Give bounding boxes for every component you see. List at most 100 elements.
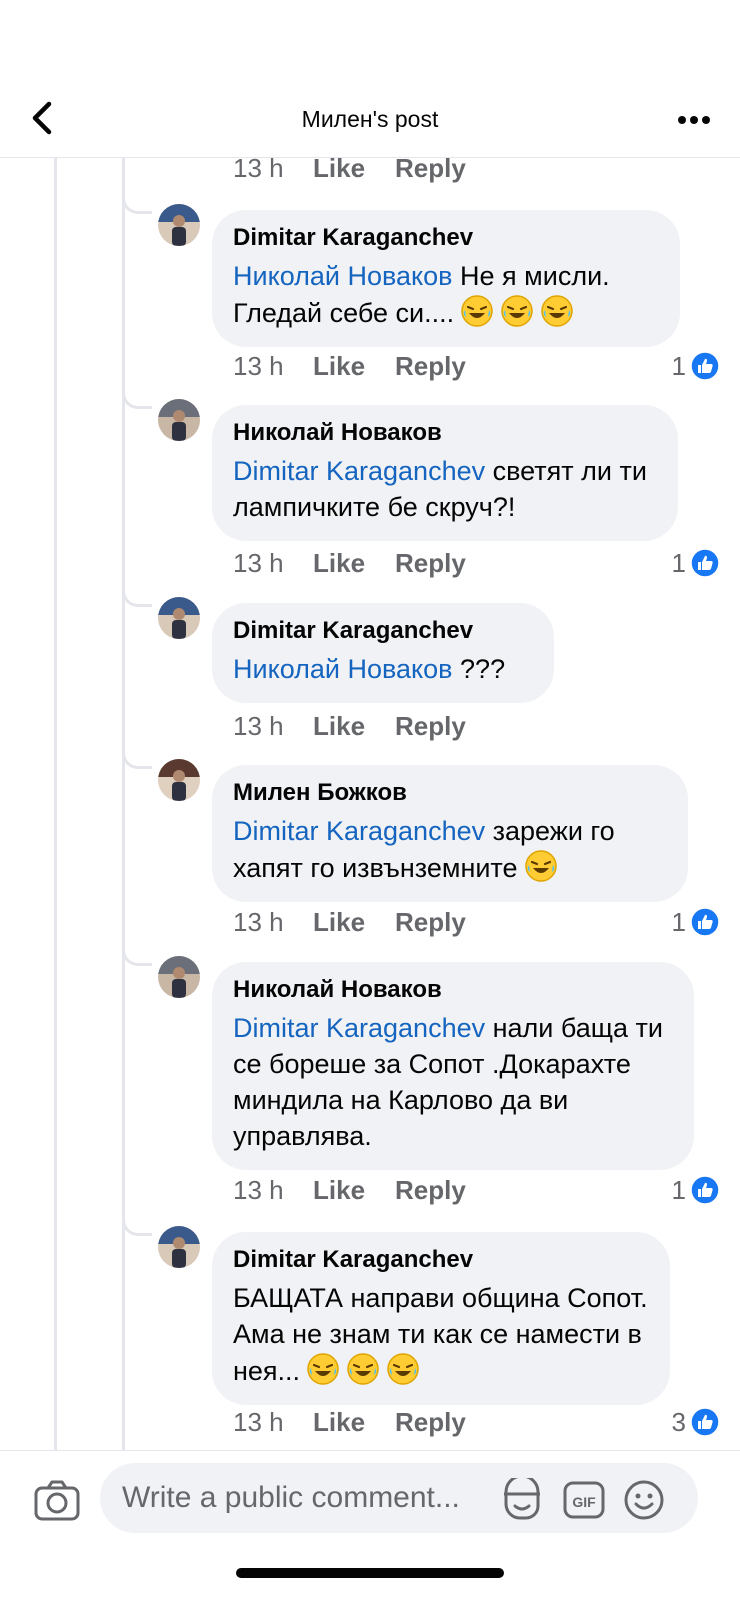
camera-button[interactable] — [34, 1479, 80, 1521]
comment-author[interactable]: Милен Божков — [233, 779, 666, 807]
comment-body: БАЩАТА направи община Сопот. Ама не знам… — [233, 1283, 648, 1386]
reply-link[interactable]: Reply — [395, 153, 466, 184]
like-link[interactable]: Like — [313, 351, 395, 382]
reply-link[interactable]: Reply — [395, 907, 466, 938]
reaction-count[interactable]: 3 — [672, 1404, 720, 1440]
reply-link[interactable]: Reply — [395, 1407, 466, 1438]
comment-text: Николай Новаков Не я мисли. Гледай себе … — [233, 258, 658, 331]
like-thumb-icon — [690, 907, 720, 937]
comment-input[interactable]: Write a public comment... GIF — [100, 1463, 698, 1533]
page-title: Милен's post — [301, 106, 439, 132]
like-link[interactable]: Like — [313, 907, 395, 938]
like-link[interactable]: Like — [313, 1407, 395, 1438]
comment-bubble[interactable]: Милен Божков Dimitar Karaganchev зарежи г… — [212, 765, 688, 902]
thread-connector — [122, 581, 152, 607]
mention-link[interactable]: Николай Новаков — [233, 261, 453, 291]
like-thumb-icon — [690, 1175, 720, 1205]
comment-text: Dimitar Karaganchev нали баща ти се боре… — [233, 1010, 672, 1154]
mention-link[interactable]: Dimitar Karaganchev — [233, 456, 485, 486]
comment-author[interactable]: Николай Новаков — [233, 419, 656, 447]
comment-author[interactable]: Dimitar Karaganchev — [233, 1246, 648, 1274]
laughing-emoji-icon — [461, 295, 493, 327]
top-bar: Милен's post — [0, 0, 740, 158]
comment-meta: 13 h Like Reply — [233, 1172, 466, 1208]
gif-icon: GIF — [563, 1481, 605, 1519]
comment-time: 13 h — [233, 547, 284, 578]
laughing-emoji-icon — [541, 295, 573, 327]
thread-line-inner — [122, 158, 125, 1450]
reply-link[interactable]: Reply — [395, 711, 466, 742]
reaction-number: 3 — [671, 1406, 686, 1437]
mention-link[interactable]: Dimitar Karaganchev — [233, 1013, 485, 1043]
comment-bubble[interactable]: Dimitar Karaganchev БАЩАТА направи община… — [212, 1232, 670, 1405]
avatar[interactable] — [158, 759, 200, 801]
comment-author[interactable]: Dimitar Karaganchev — [233, 224, 658, 252]
comment-bubble[interactable]: Dimitar Karaganchev Николай Новаков Не я … — [212, 210, 680, 347]
thread-connector — [122, 383, 152, 409]
comment-bubble[interactable]: Николай Новаков Dimitar Karaganchev нали … — [212, 962, 694, 1170]
like-link[interactable]: Like — [313, 548, 395, 579]
comment-text: Николай Новаков ??? — [233, 651, 532, 687]
reaction-number: 1 — [671, 1174, 686, 1205]
thread-connector — [122, 188, 152, 214]
reaction-count[interactable]: 1 — [672, 545, 720, 581]
camera-icon — [34, 1480, 80, 1521]
comment-body: ??? — [452, 654, 506, 684]
gif-button[interactable]: GIF — [562, 1478, 606, 1522]
avatar[interactable] — [158, 956, 200, 998]
avatar[interactable] — [158, 597, 200, 639]
comment-text: Dimitar Karaganchev светят ли ти лампичк… — [233, 453, 656, 525]
like-link[interactable]: Like — [313, 153, 395, 184]
comment-bubble[interactable]: Dimitar Karaganchev Николай Новаков ??? — [212, 603, 554, 703]
comment-bubble[interactable]: Николай Новаков Dimitar Karaganchev светя… — [212, 405, 678, 541]
comment-author[interactable]: Николай Новаков — [233, 976, 672, 1004]
comment-time: 13 h — [233, 152, 284, 183]
comment-meta: 13 h Like Reply — [233, 150, 466, 186]
thread-connector — [122, 743, 152, 769]
comment-text: БАЩАТА направи община Сопот. Ама не знам… — [233, 1280, 648, 1389]
laughing-emoji-icon — [347, 1353, 379, 1385]
comment-meta: 13 h Like Reply — [233, 545, 466, 581]
thread-connector — [122, 940, 152, 966]
comment-meta: 13 h Like Reply — [233, 1404, 466, 1440]
mention-link[interactable]: Николай Новаков — [233, 654, 453, 684]
reaction-count[interactable]: 1 — [672, 1172, 720, 1208]
reaction-count[interactable]: 1 — [672, 348, 720, 384]
sticker-icon — [504, 1474, 540, 1520]
comment-text: Dimitar Karaganchev зарежи го хапят го и… — [233, 813, 666, 886]
reply-link[interactable]: Reply — [395, 548, 466, 579]
reply-link[interactable]: Reply — [395, 351, 466, 382]
comment-meta: 13 h Like Reply — [233, 904, 466, 940]
like-link[interactable]: Like — [313, 1175, 395, 1206]
more-options-button[interactable] — [674, 104, 714, 136]
comment-author[interactable]: Dimitar Karaganchev — [233, 617, 532, 645]
home-indicator — [236, 1568, 504, 1578]
avatar[interactable] — [158, 1226, 200, 1268]
like-thumb-icon — [690, 548, 720, 578]
sticker-button[interactable] — [500, 1474, 544, 1522]
like-thumb-icon — [690, 351, 720, 381]
emoji-button[interactable] — [622, 1478, 666, 1522]
like-link[interactable]: Like — [313, 711, 395, 742]
laughing-emoji-icon — [524, 850, 557, 882]
comment-placeholder: Write a public comment... — [122, 1481, 460, 1514]
comment-time: 13 h — [233, 350, 284, 381]
emoji-icon — [624, 1480, 664, 1520]
comment-time: 13 h — [233, 1406, 284, 1437]
avatar[interactable] — [158, 399, 200, 441]
laughing-emoji-icon — [501, 295, 533, 327]
reaction-number: 1 — [671, 906, 686, 937]
laughing-emoji-icon — [307, 1353, 339, 1385]
reply-link[interactable]: Reply — [395, 1175, 466, 1206]
thread-connector — [122, 1210, 152, 1236]
comment-meta: 13 h Like Reply — [233, 708, 466, 744]
reaction-number: 1 — [671, 547, 686, 578]
laughing-emoji-icon — [387, 1353, 419, 1385]
avatar[interactable] — [158, 204, 200, 246]
mention-link[interactable]: Dimitar Karaganchev — [233, 816, 485, 846]
svg-text:GIF: GIF — [572, 1494, 596, 1510]
comment-time: 13 h — [233, 1174, 284, 1205]
reaction-count[interactable]: 1 — [672, 904, 720, 940]
thread-line-outer — [54, 158, 57, 1450]
like-thumb-icon — [690, 1407, 720, 1437]
